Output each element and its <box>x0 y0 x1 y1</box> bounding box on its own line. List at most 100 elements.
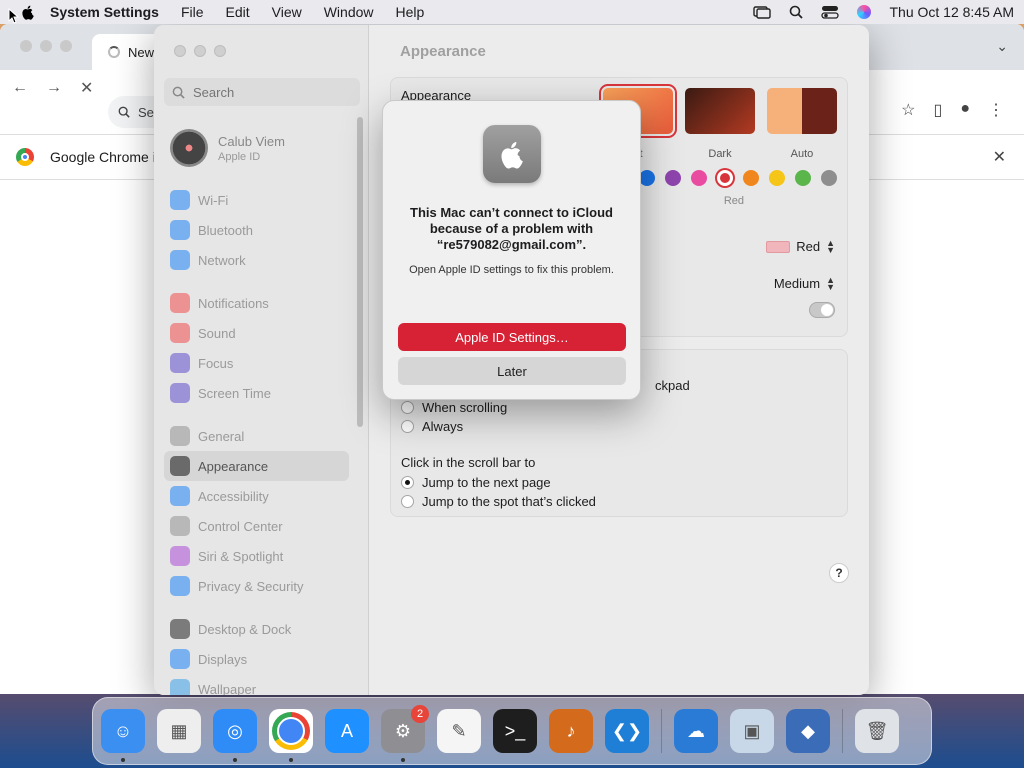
sidebar-item-privacy-security[interactable]: Privacy & Security <box>164 571 349 601</box>
accent-swatch[interactable] <box>665 170 681 186</box>
sidebar-icon-size-popup[interactable]: Medium ▲ ▼ <box>773 275 835 291</box>
sidebar-item-wi-fi[interactable]: Wi-Fi <box>164 185 349 215</box>
accent-swatch[interactable] <box>691 170 707 186</box>
bookmark-star-icon[interactable]: ☆ <box>901 100 915 120</box>
profile-avatar-icon[interactable]: ● <box>960 100 970 120</box>
sidebar-item-sound[interactable]: Sound <box>164 318 349 348</box>
radio-button[interactable] <box>401 420 414 433</box>
sidebar-item-focus[interactable]: Focus <box>164 348 349 378</box>
wallpaper-icon <box>170 679 190 695</box>
safari-icon[interactable]: ◎ <box>213 709 257 762</box>
screen-mirroring-icon[interactable] <box>753 5 772 19</box>
menubar-clock[interactable]: Thu Oct 12 8:45 AM <box>889 4 1014 20</box>
appearance-auto-option[interactable]: Auto <box>767 88 837 160</box>
radio-jump-spot-clicked[interactable]: Jump to the spot that’s clicked <box>401 494 596 509</box>
appearance-dark-option[interactable]: Dark <box>685 88 755 160</box>
app-store-icon[interactable]: A <box>325 709 369 753</box>
chrome-menu-icon[interactable]: ⋮ <box>988 100 1004 120</box>
chrome-icon[interactable] <box>269 709 313 762</box>
terminal-icon[interactable]: >_ <box>493 709 537 753</box>
sidebar-item-notifications[interactable]: Notifications <box>164 288 349 318</box>
trash-icon[interactable]: 🗑 <box>855 709 899 753</box>
app-name-menu[interactable]: System Settings <box>50 4 159 20</box>
garageband-icon[interactable]: ♪ <box>549 709 593 753</box>
forward-arrow-icon[interactable]: → <box>46 79 62 97</box>
chrome-toolbar-right: ☆ ▯ ● ⋮ <box>901 100 1004 120</box>
sidebar-item-label: Displays <box>198 651 248 667</box>
window-minimize-button[interactable] <box>194 45 206 57</box>
side-panel-icon[interactable]: ▯ <box>934 100 943 120</box>
bluetooth-icon <box>170 220 190 240</box>
radio-button[interactable] <box>401 401 414 414</box>
later-button[interactable]: Later <box>398 357 626 385</box>
textedit-icon[interactable]: ✎ <box>437 709 481 753</box>
spotlight-icon[interactable] <box>787 5 805 19</box>
menu-help[interactable]: Help <box>396 4 425 20</box>
apple-menu-icon[interactable] <box>20 4 36 20</box>
search-input[interactable] <box>193 84 343 100</box>
sidebar-item-wallpaper[interactable]: Wallpaper <box>164 674 349 695</box>
tab-search-chevron-icon[interactable]: ⌄ <box>996 38 1008 55</box>
sidebar-item-control-center[interactable]: Control Center <box>164 511 349 541</box>
accent-swatch[interactable] <box>717 170 733 186</box>
chrome-minimize-button[interactable] <box>40 40 52 52</box>
help-button[interactable]: ? <box>829 563 849 583</box>
accent-swatch[interactable] <box>821 170 837 186</box>
sidebar-item-general[interactable]: General <box>164 421 349 451</box>
sidebar-item-network[interactable]: Network <box>164 245 349 275</box>
menu-bar: System Settings File Edit View Window He… <box>0 0 1024 24</box>
sidebar-item-desktop-dock[interactable]: Desktop & Dock <box>164 614 349 644</box>
apple-id-account[interactable]: Calub Viem Apple ID <box>170 129 285 167</box>
menu-edit[interactable]: Edit <box>226 4 250 20</box>
system-settings-glyph: ⚙ <box>394 720 412 741</box>
accent-swatch[interactable] <box>795 170 811 186</box>
radio-button-selected[interactable] <box>401 476 414 489</box>
control-center-icon[interactable] <box>821 5 840 19</box>
window-close-button[interactable] <box>174 45 186 57</box>
wallpaper-tinting-toggle[interactable] <box>809 302 835 318</box>
stop-loading-icon[interactable]: ✕ <box>80 78 93 98</box>
menu-window[interactable]: Window <box>324 4 374 20</box>
search-icon <box>172 86 185 99</box>
sidebar-item-siri-spotlight[interactable]: Siri & Spotlight <box>164 541 349 571</box>
accent-swatch[interactable] <box>769 170 785 186</box>
apple-id-settings-button[interactable]: Apple ID Settings… <box>398 323 626 351</box>
window-zoom-button[interactable] <box>214 45 226 57</box>
radio-when-scrolling[interactable]: When scrolling <box>401 400 507 415</box>
chrome-close-button[interactable] <box>20 40 32 52</box>
radio-jump-next-page[interactable]: Jump to the next page <box>401 475 551 490</box>
sidebar-scrollbar[interactable] <box>357 117 363 427</box>
system-settings-icon[interactable]: ⚙ 2 <box>381 705 429 762</box>
accent-swatch[interactable] <box>743 170 759 186</box>
sidebar-icon-size-value: Medium <box>773 276 821 291</box>
sidebar-item-screen-time[interactable]: Screen Time <box>164 378 349 408</box>
sidebar-item-displays[interactable]: Displays <box>164 644 349 674</box>
running-indicator <box>289 758 293 762</box>
finder-glyph: ☺ <box>113 720 133 741</box>
vscode-icon[interactable]: ❮❯ <box>605 709 649 753</box>
radio-button[interactable] <box>401 495 414 508</box>
radio-always[interactable]: Always <box>401 419 463 434</box>
running-indicator <box>233 758 237 762</box>
sidebar-search[interactable] <box>164 78 360 106</box>
siri-icon[interactable] <box>855 5 873 19</box>
infobar-close-icon[interactable]: ✕ <box>993 147 1006 167</box>
running-indicator <box>401 758 405 762</box>
accent-swatch[interactable] <box>639 170 655 186</box>
menu-file[interactable]: File <box>181 4 204 20</box>
loading-spinner-icon <box>108 46 120 58</box>
highlight-color-popup[interactable]: Red ▲ ▼ <box>766 238 835 254</box>
weather-icon[interactable]: ☁ <box>674 709 718 753</box>
launchpad-icon[interactable]: ▦ <box>157 709 201 753</box>
preview-icon[interactable]: ▣ <box>730 709 774 753</box>
menu-view[interactable]: View <box>272 4 302 20</box>
chrome-zoom-button[interactable] <box>60 40 72 52</box>
sidebar-item-accessibility[interactable]: Accessibility <box>164 481 349 511</box>
sidebar-item-appearance[interactable]: Appearance <box>164 451 349 481</box>
sidebar-item-label: Network <box>198 252 246 268</box>
finder-icon[interactable]: ☺ <box>101 709 145 762</box>
back-arrow-icon[interactable]: ← <box>12 79 28 97</box>
textedit-glyph: ✎ <box>451 720 467 741</box>
virtualbox-icon[interactable]: ◆ <box>786 709 830 753</box>
sidebar-item-bluetooth[interactable]: Bluetooth <box>164 215 349 245</box>
